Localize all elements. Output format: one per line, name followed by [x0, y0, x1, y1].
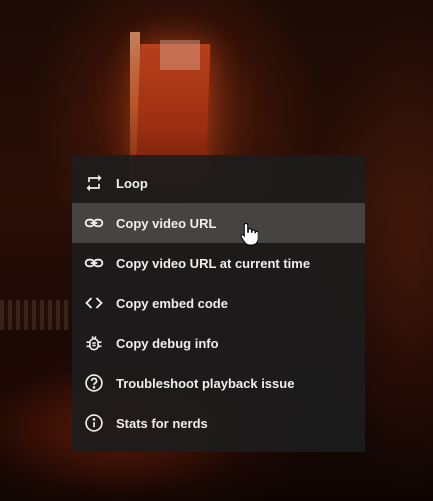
menu-item-copy-video-url-at-time[interactable]: Copy video URL at current time: [72, 243, 365, 283]
menu-item-label: Copy embed code: [116, 295, 228, 311]
video-player[interactable]: Loop Copy video URL Copy video URL at cu…: [0, 0, 433, 501]
context-menu: Loop Copy video URL Copy video URL at cu…: [72, 155, 365, 452]
bug-icon: [84, 333, 104, 353]
menu-item-label: Troubleshoot playback issue: [116, 375, 295, 391]
menu-item-copy-video-url[interactable]: Copy video URL: [72, 203, 365, 243]
video-scene-floor: [0, 300, 70, 330]
question-icon: [84, 373, 104, 393]
code-icon: [84, 293, 104, 313]
menu-item-troubleshoot-playback[interactable]: Troubleshoot playback issue: [72, 363, 365, 403]
menu-item-label: Copy video URL at current time: [116, 255, 311, 271]
link-icon: [84, 253, 104, 273]
menu-item-label: Stats for nerds: [116, 415, 208, 431]
menu-item-copy-debug-info[interactable]: Copy debug info: [72, 323, 365, 363]
loop-icon: [84, 173, 104, 193]
menu-item-label: Copy video URL: [116, 215, 217, 231]
menu-item-stats-for-nerds[interactable]: Stats for nerds: [72, 403, 365, 443]
video-scene-sign: [160, 40, 200, 70]
link-icon: [84, 213, 104, 233]
menu-item-copy-embed-code[interactable]: Copy embed code: [72, 283, 365, 323]
menu-item-label: Loop: [116, 175, 148, 191]
menu-item-loop[interactable]: Loop: [72, 163, 365, 203]
menu-item-label: Copy debug info: [116, 335, 219, 351]
info-icon: [84, 413, 104, 433]
